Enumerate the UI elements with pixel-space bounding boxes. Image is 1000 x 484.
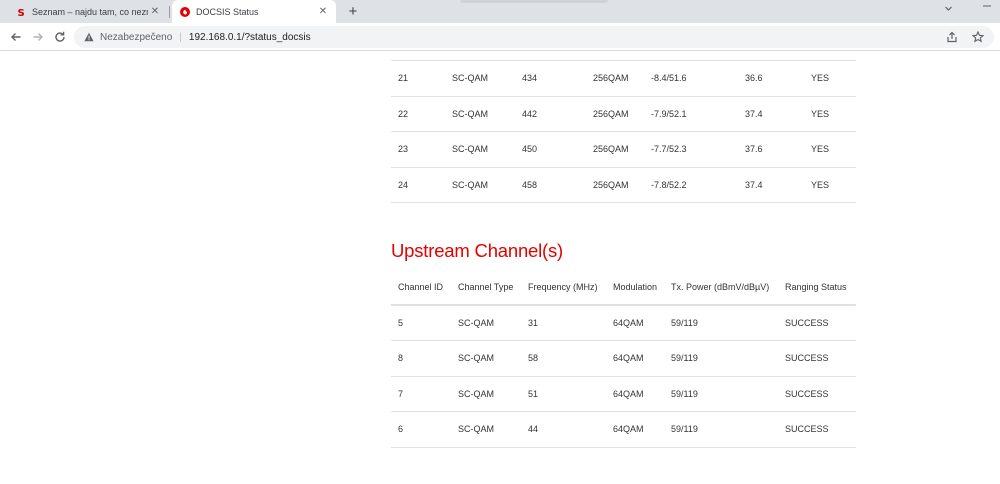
column-header-ranging-status: Ranging Status <box>785 270 856 306</box>
column-header-modulation: Modulation <box>613 270 671 306</box>
column-header-channel-id: Channel ID <box>391 270 458 306</box>
table-row: 7 SC-QAM 51 64QAM 59/119 SUCCESS <box>391 376 856 412</box>
channel-id-cell: 7 <box>391 376 458 412</box>
reload-icon[interactable] <box>50 27 70 47</box>
channel-type-cell: SC-QAM <box>452 179 488 190</box>
modulation-cell: 256QAM <box>593 144 629 155</box>
snr-cell: 37.4 <box>745 179 763 190</box>
channel-type-cell: SC-QAM <box>458 340 528 377</box>
url-separator: | <box>179 31 182 43</box>
snr-cell: 36.6 <box>745 73 763 84</box>
channel-id-cell: 5 <box>391 305 458 341</box>
ranging-status-cell: SUCCESS <box>785 411 856 448</box>
channel-type-cell: SC-QAM <box>458 376 528 412</box>
channel-type-cell: SC-QAM <box>452 108 488 119</box>
locked-cell: YES <box>811 73 830 84</box>
ranging-status-cell: SUCCESS <box>785 340 856 377</box>
table-row: 22 SC-QAM 442 256QAM -7.9/52.1 37.4 YES <box>391 96 856 132</box>
channel-type-cell: SC-QAM <box>452 73 488 84</box>
tab-title: Seznam – najdu tam, co neznám <box>32 6 148 17</box>
frequency-cell: 434 <box>522 73 538 84</box>
address-bar[interactable]: Nezabezpečeno | 192.168.0.1/?status_docs… <box>74 26 994 48</box>
docsis-status-page: 21 SC-QAM 434 256QAM -8.4/51.6 36.6 YES … <box>0 52 1000 484</box>
frequency-cell: 458 <box>522 179 538 190</box>
channel-type-cell: SC-QAM <box>452 144 488 155</box>
table-row: 24 SC-QAM 458 256QAM -7.8/52.2 37.4 YES <box>391 167 856 203</box>
table-row: 5 SC-QAM 31 64QAM 59/119 SUCCESS <box>391 305 856 341</box>
channel-type-cell: SC-QAM <box>458 411 528 448</box>
tab-seznam[interactable]: S Seznam – najdu tam, co neznám ✕ <box>8 0 168 23</box>
frequency-cell: 450 <box>522 144 538 155</box>
snr-cell: 37.4 <box>745 108 763 119</box>
modulation-cell: 64QAM <box>613 411 671 448</box>
vodafone-icon <box>180 6 190 17</box>
locked-cell: YES <box>811 108 830 119</box>
frequency-cell: 31 <box>528 305 613 341</box>
tab-divider <box>169 6 170 18</box>
power-cell: -8.4/51.6 <box>651 73 687 84</box>
modulation-cell: 256QAM <box>593 108 629 119</box>
channel-id-cell: 8 <box>391 340 458 377</box>
tab-title: DOCSIS Status <box>196 6 259 17</box>
browser-toolbar: Nezabezpečeno | 192.168.0.1/?status_docs… <box>0 23 1000 51</box>
upstream-table: Channel ID Channel Type Frequency (MHz) … <box>391 270 856 448</box>
warning-triangle-icon[interactable] <box>84 32 94 42</box>
table-row: 23 SC-QAM 450 256QAM -7.7/52.3 37.6 YES <box>391 132 856 167</box>
snr-cell: 37.6 <box>745 144 763 155</box>
modulation-cell: 64QAM <box>613 340 671 377</box>
column-header-tx-power: Tx. Power (dBmV/dBµV) <box>671 270 785 306</box>
locked-cell: YES <box>811 179 830 190</box>
frequency-cell: 58 <box>528 340 613 377</box>
close-icon[interactable]: ✕ <box>316 5 330 19</box>
table-row: 21 SC-QAM 434 256QAM -8.4/51.6 36.6 YES <box>391 60 856 96</box>
frequency-cell: 44 <box>528 411 613 448</box>
tab-search-chevron-icon[interactable] <box>944 4 953 15</box>
tx-power-cell: 59/119 <box>671 340 785 377</box>
tab-strip: S Seznam – najdu tam, co neznám ✕ DOCSIS… <box>0 0 1000 23</box>
channel-id-cell: 24 <box>398 179 409 190</box>
bookmark-star-icon[interactable] <box>970 29 986 45</box>
tx-power-cell: 59/119 <box>671 305 785 341</box>
forward-arrow-icon[interactable] <box>28 27 48 47</box>
tab-strip-highlight <box>460 0 608 3</box>
table-row: 6 SC-QAM 44 64QAM 59/119 SUCCESS <box>391 411 856 448</box>
table-header-row: Channel ID Channel Type Frequency (MHz) … <box>391 270 856 306</box>
channel-type-cell: SC-QAM <box>458 305 528 341</box>
url-text[interactable]: 192.168.0.1/?status_docsis <box>189 32 311 43</box>
modulation-cell: 64QAM <box>613 305 671 341</box>
power-cell: -7.7/52.3 <box>651 144 687 155</box>
share-icon[interactable] <box>944 29 960 45</box>
channel-id-cell: 6 <box>391 411 458 448</box>
minimize-icon[interactable] <box>982 0 992 14</box>
column-header-channel-type: Channel Type <box>458 270 528 306</box>
modulation-cell: 64QAM <box>613 376 671 412</box>
modulation-cell: 256QAM <box>593 73 629 84</box>
column-header-frequency: Frequency (MHz) <box>528 270 613 306</box>
new-tab-button[interactable]: + <box>344 2 362 20</box>
frequency-cell: 442 <box>522 108 538 119</box>
tab-docsis-status[interactable]: DOCSIS Status ✕ <box>172 0 336 23</box>
table-row: 8 SC-QAM 58 64QAM 59/119 SUCCESS <box>391 340 856 377</box>
tx-power-cell: 59/119 <box>671 411 785 448</box>
ranging-status-cell: SUCCESS <box>785 305 856 341</box>
channel-id-cell: 22 <box>398 108 409 119</box>
seznam-s-icon: S <box>16 7 26 17</box>
power-cell: -7.9/52.1 <box>651 108 687 119</box>
channel-id-cell: 23 <box>398 144 409 155</box>
upstream-section-title: Upstream Channel(s) <box>391 240 564 261</box>
ranging-status-cell: SUCCESS <box>785 376 856 412</box>
close-icon[interactable]: ✕ <box>148 5 162 19</box>
frequency-cell: 51 <box>528 376 613 412</box>
security-status-label[interactable]: Nezabezpečeno <box>100 32 172 43</box>
downstream-table: 21 SC-QAM 434 256QAM -8.4/51.6 36.6 YES … <box>391 60 856 203</box>
svg-text:S: S <box>18 8 25 17</box>
power-cell: -7.8/52.2 <box>651 179 687 190</box>
modulation-cell: 256QAM <box>593 179 629 190</box>
locked-cell: YES <box>811 144 830 155</box>
channel-id-cell: 21 <box>398 73 409 84</box>
tx-power-cell: 59/119 <box>671 376 785 412</box>
back-arrow-icon[interactable] <box>6 27 26 47</box>
